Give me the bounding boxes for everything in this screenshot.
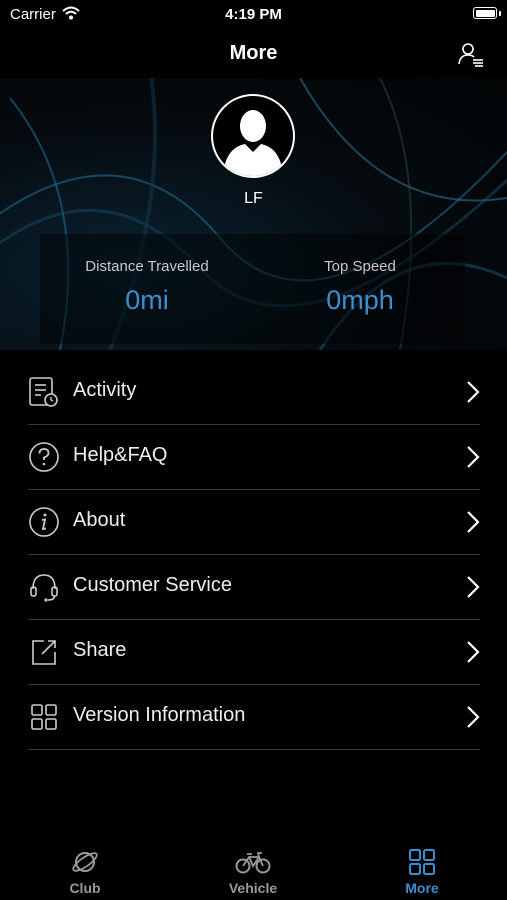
distance-value: 0mi — [125, 285, 169, 315]
battery-tip — [499, 11, 501, 16]
person-silhouette-icon — [223, 110, 283, 176]
menu-label-help-faq: Help&FAQ — [73, 444, 168, 466]
tab-bar: Club Vehicle More — [0, 840, 507, 900]
distance-stat: Distance Travelled 0mi — [47, 258, 247, 316]
menu-label-share: Share — [73, 639, 127, 661]
battery-icon — [473, 7, 497, 19]
chevron-right-icon — [467, 381, 480, 403]
chevron-right-icon — [467, 706, 480, 728]
share-icon — [32, 640, 56, 665]
activity-log-icon — [29, 377, 58, 407]
menu-item-version-information[interactable]: Version Information — [28, 685, 480, 750]
username: LF — [244, 190, 263, 207]
planet-icon — [72, 852, 98, 872]
clock: 4:19 PM — [225, 6, 282, 23]
menu-label-customer-service: Customer Service — [73, 574, 232, 596]
tab-label-club: Club — [69, 880, 101, 896]
menu-item-customer-service[interactable]: Customer Service — [28, 555, 480, 620]
tab-label-vehicle: Vehicle — [228, 880, 278, 896]
stats-panel: Distance Travelled 0mi Top Speed 0mph — [40, 234, 465, 344]
question-circle-icon — [29, 442, 59, 472]
tab-club[interactable]: Club — [25, 848, 145, 896]
top-speed-stat: Top Speed 0mph — [260, 258, 460, 316]
distance-label: Distance Travelled — [85, 258, 209, 275]
avatar[interactable] — [211, 94, 295, 178]
tab-more[interactable]: More — [362, 848, 482, 896]
info-circle-icon — [29, 507, 59, 537]
top-speed-label: Top Speed — [324, 258, 396, 275]
menu-item-share[interactable]: Share — [28, 620, 480, 685]
grid-icon — [409, 849, 435, 875]
status-bar: Carrier 4:19 PM — [0, 0, 507, 30]
tab-label-more: More — [405, 880, 439, 896]
chevron-right-icon — [467, 446, 480, 468]
headset-icon — [30, 574, 58, 602]
nav-bar: More — [0, 30, 507, 78]
chevron-right-icon — [467, 641, 480, 663]
menu-item-help-faq[interactable]: Help&FAQ — [28, 425, 480, 490]
user-list-icon[interactable] — [457, 40, 485, 68]
page-title: More — [229, 42, 278, 64]
top-speed-value: 0mph — [326, 285, 394, 315]
menu-label-about: About — [73, 509, 126, 531]
bicycle-icon — [235, 852, 271, 874]
menu-list: Activity Help&FAQ About Customer Service — [28, 360, 480, 750]
grid-icon — [31, 704, 57, 730]
menu-label-version-information: Version Information — [73, 704, 246, 726]
menu-item-about[interactable]: About — [28, 490, 480, 555]
chevron-right-icon — [467, 511, 480, 533]
menu-item-activity[interactable]: Activity — [28, 360, 480, 425]
tab-vehicle[interactable]: Vehicle — [193, 848, 313, 896]
profile-header: LF Distance Travelled 0mi Top Speed 0mph — [0, 78, 507, 350]
menu-label-activity: Activity — [73, 379, 137, 401]
chevron-right-icon — [467, 576, 480, 598]
